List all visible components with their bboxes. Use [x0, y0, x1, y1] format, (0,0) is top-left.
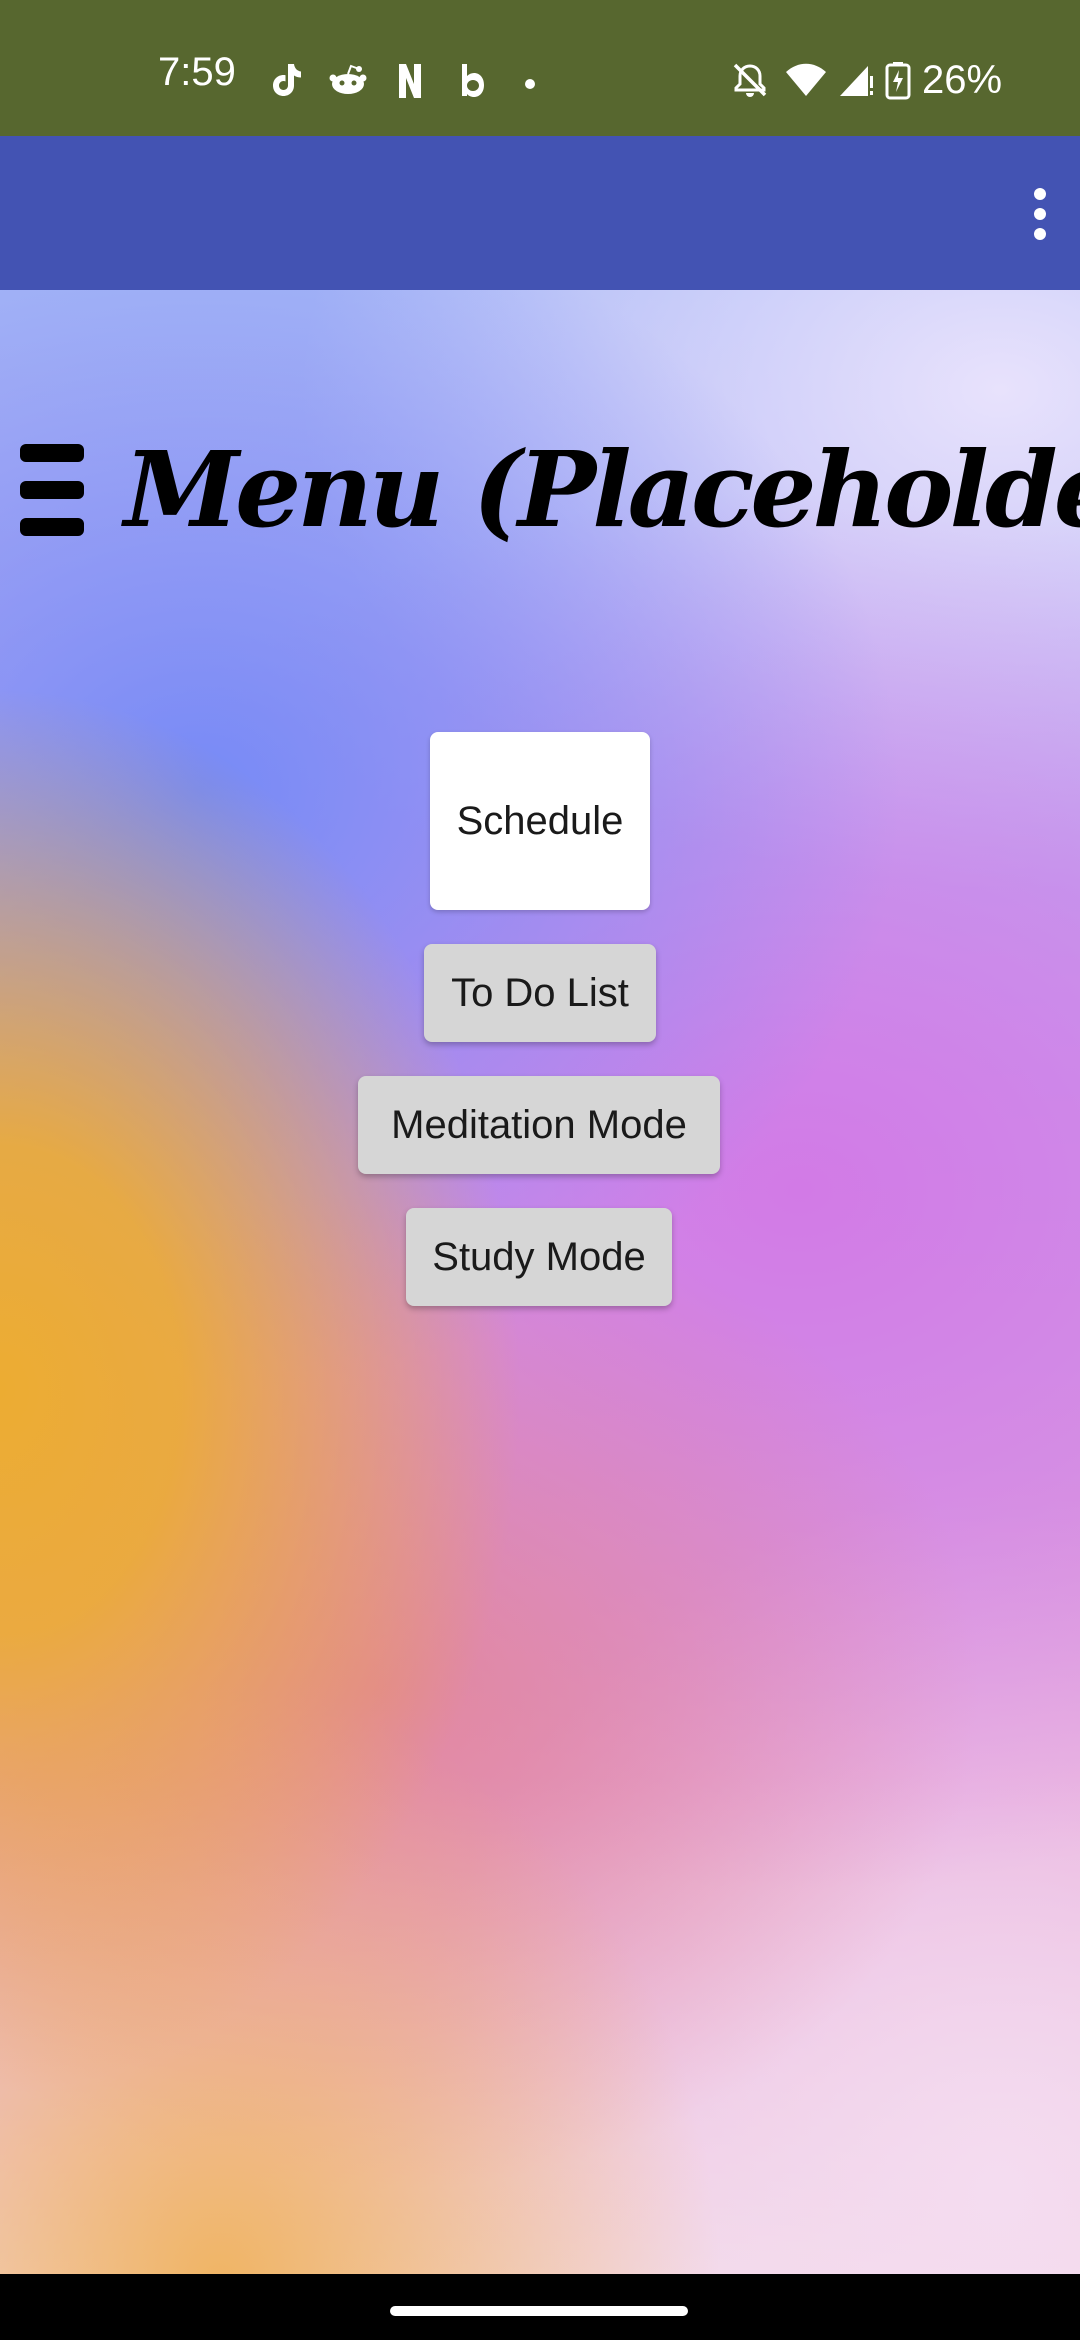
- bereal-icon: [462, 64, 484, 97]
- app-bar: [0, 136, 1080, 290]
- status-time: 7:59: [158, 50, 236, 94]
- page-title: Menu (Placeholder): [124, 428, 1080, 551]
- netflix-icon: [399, 64, 421, 98]
- status-bar: 7:59 26%: [0, 0, 1080, 136]
- tiktok-icon: [273, 64, 301, 96]
- battery-charging-icon: [885, 62, 911, 100]
- menu-header: Menu (Placeholder): [20, 420, 1080, 560]
- battery-percent: 26%: [922, 58, 1003, 102]
- more-vert-icon[interactable]: [1020, 184, 1060, 244]
- meditation-mode-button[interactable]: Meditation Mode: [358, 1076, 720, 1174]
- navigation-bar: [0, 2274, 1080, 2340]
- todo-list-button[interactable]: To Do List: [424, 944, 656, 1042]
- wifi-icon: [786, 63, 826, 96]
- hamburger-icon[interactable]: [20, 444, 84, 536]
- signal-icon: [840, 66, 873, 96]
- bell-off-icon: [733, 63, 767, 97]
- home-indicator[interactable]: [390, 2306, 688, 2316]
- schedule-button[interactable]: Schedule: [430, 732, 650, 910]
- main-content: Menu (Placeholder) Schedule To Do List M…: [0, 290, 1080, 2274]
- study-mode-button[interactable]: Study Mode: [406, 1208, 672, 1306]
- dot-icon: [525, 79, 535, 89]
- reddit-icon: [329, 64, 367, 94]
